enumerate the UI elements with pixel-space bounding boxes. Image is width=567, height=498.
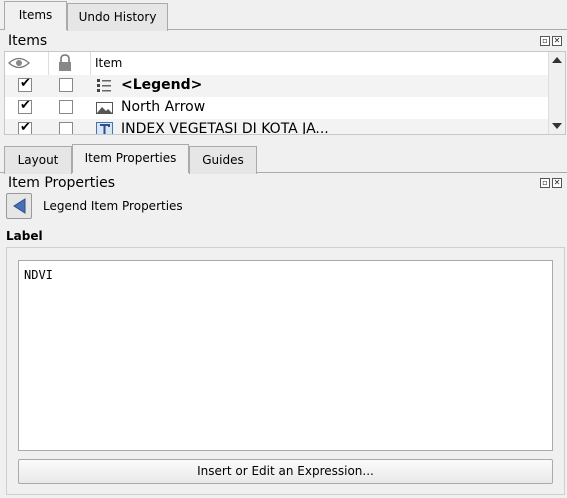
tab-undo-history[interactable]: Undo History (67, 3, 168, 31)
scroll-down-icon[interactable] (552, 123, 562, 129)
properties-panel-window-buttons: ▫ ✕ (540, 178, 562, 188)
items-table-header: Item (5, 52, 550, 76)
item-properties-title: Item Properties (8, 175, 116, 191)
tab-item-properties[interactable]: Item Properties (72, 144, 189, 173)
visibility-cell (5, 75, 49, 97)
items-table: Item <Legend> North Arrow (4, 51, 566, 135)
label-section-heading: Label (6, 229, 43, 243)
items-panel-title: Items (8, 33, 48, 49)
lock-cell (49, 119, 91, 134)
tab-guides[interactable]: Guides (189, 146, 257, 174)
item-cell: <Legend> (91, 75, 550, 97)
lock-checkbox[interactable] (59, 100, 73, 114)
back-arrow-icon (13, 198, 26, 214)
properties-tab-bar: Layout Item Properties Guides (0, 143, 567, 174)
lock-cell (49, 97, 91, 119)
tab-items[interactable]: Items (4, 1, 67, 30)
scroll-up-icon[interactable] (552, 57, 562, 63)
visibility-column-header[interactable] (5, 52, 49, 75)
float-panel-icon[interactable]: ▫ (540, 178, 550, 188)
items-panel-window-buttons: ▫ ✕ (540, 36, 562, 46)
tab-layout[interactable]: Layout (4, 146, 72, 174)
close-panel-icon[interactable]: ✕ (552, 178, 562, 188)
item-cell: North Arrow (91, 97, 550, 119)
table-row[interactable]: <Legend> (5, 75, 550, 97)
visibility-checkbox[interactable] (18, 120, 32, 134)
close-panel-icon[interactable]: ✕ (552, 36, 562, 46)
text-label-icon (96, 122, 113, 134)
picture-icon (96, 102, 113, 114)
visibility-checkbox[interactable] (18, 98, 32, 114)
item-label: INDEX VEGETASI DI KOTA JA... (121, 121, 329, 135)
visibility-checkbox[interactable] (18, 76, 32, 92)
top-tab-bar: Items Undo History (0, 0, 567, 31)
float-panel-icon[interactable]: ▫ (540, 36, 550, 46)
table-row[interactable]: INDEX VEGETASI DI KOTA JA... (5, 119, 550, 135)
eye-icon (8, 57, 30, 69)
lock-icon (59, 54, 71, 71)
table-row[interactable]: North Arrow (5, 97, 550, 119)
item-column-header[interactable]: Item (91, 52, 550, 75)
item-column-label: Item (95, 56, 123, 70)
legend-icon (97, 79, 111, 92)
item-label: North Arrow (121, 99, 206, 115)
lock-cell (49, 75, 91, 97)
items-scrollbar[interactable] (548, 52, 565, 134)
item-label: <Legend> (121, 77, 203, 93)
lock-checkbox[interactable] (59, 122, 73, 134)
item-cell: INDEX VEGETASI DI KOTA JA... (91, 119, 550, 135)
back-button[interactable] (6, 193, 32, 219)
lock-checkbox[interactable] (59, 78, 73, 92)
label-text-input[interactable]: NDVI (18, 260, 553, 451)
visibility-cell (5, 97, 49, 119)
legend-item-properties-subtitle: Legend Item Properties (43, 199, 183, 213)
lock-column-header[interactable] (49, 52, 91, 75)
visibility-cell (5, 119, 49, 134)
insert-expression-button[interactable]: Insert or Edit an Expression... (18, 459, 553, 484)
